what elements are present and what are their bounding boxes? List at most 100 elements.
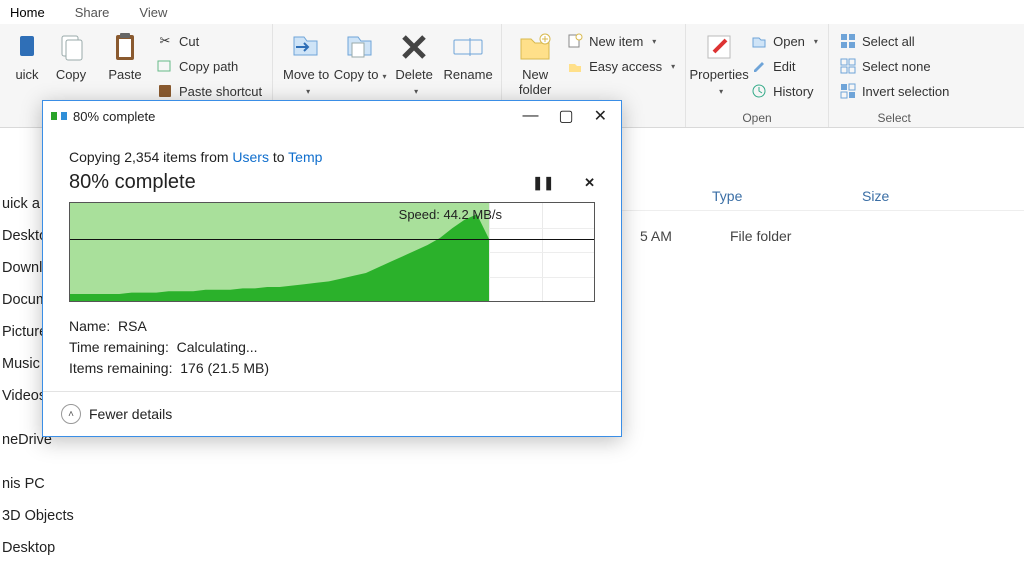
to-word: to bbox=[269, 149, 288, 165]
transfer-icon bbox=[51, 110, 67, 122]
col-type-header[interactable]: Type bbox=[700, 188, 850, 204]
quick-access-button[interactable]: uick bbox=[10, 26, 44, 83]
new-folder-icon bbox=[517, 28, 553, 66]
delete-label: Delete▾ bbox=[395, 68, 433, 98]
items-value: 176 (21.5 MB) bbox=[180, 360, 269, 376]
edit-button[interactable]: Edit bbox=[746, 55, 822, 77]
tab-share[interactable]: Share bbox=[75, 5, 110, 20]
caret-down-icon: ▾ bbox=[652, 37, 656, 46]
properties-button[interactable]: Properties▾ bbox=[692, 26, 746, 98]
group-open: Properties▾ Open ▾ Edit History Open bbox=[686, 24, 829, 127]
caret-down-icon: ▾ bbox=[719, 87, 723, 96]
new-folder-button[interactable]: New folder bbox=[508, 26, 562, 98]
paste-shortcut-button[interactable]: Paste shortcut bbox=[152, 80, 266, 102]
easy-access-icon bbox=[566, 57, 584, 75]
percent-line: 80% complete ❚❚ ✕ bbox=[69, 171, 595, 194]
open-icon bbox=[750, 32, 768, 50]
quick-access-label: uick bbox=[15, 68, 38, 83]
col-size-header[interactable]: Size bbox=[850, 188, 970, 204]
copy-button[interactable]: Copy bbox=[44, 26, 98, 83]
rename-label: Rename bbox=[444, 68, 493, 83]
copy-label: Copy bbox=[56, 68, 86, 83]
sidebar-item[interactable]: 3D Objects bbox=[0, 500, 150, 532]
fewer-details-toggle[interactable]: ˄ Fewer details bbox=[43, 391, 621, 436]
easy-access-button[interactable]: Easy access ▾ bbox=[562, 55, 679, 77]
select-all-icon bbox=[839, 32, 857, 50]
new-item-label: New item bbox=[589, 34, 643, 49]
source-link[interactable]: Users bbox=[232, 149, 269, 165]
file-time: 5 AM bbox=[640, 228, 690, 244]
edit-label: Edit bbox=[773, 59, 795, 74]
copy-details: Name: RSA Time remaining: Calculating...… bbox=[69, 316, 595, 379]
caret-down-icon: ▾ bbox=[306, 87, 310, 96]
pause-button[interactable]: ❚❚ bbox=[532, 175, 554, 191]
sidebar-item[interactable]: Desktop bbox=[0, 532, 150, 564]
scissors-icon: ✂ bbox=[156, 32, 174, 50]
group-select: Select all Select none Invert selection … bbox=[829, 24, 959, 127]
paste-button[interactable]: Paste bbox=[98, 26, 152, 83]
cut-button[interactable]: ✂ Cut bbox=[152, 30, 266, 52]
caret-down-icon: ▾ bbox=[414, 87, 418, 96]
maximize-button[interactable]: ▢ bbox=[548, 106, 583, 126]
copy-path-button[interactable]: Copy path bbox=[152, 55, 266, 77]
close-window-button[interactable]: ✕ bbox=[584, 106, 617, 126]
open-button[interactable]: Open ▾ bbox=[746, 30, 822, 52]
rename-icon bbox=[450, 28, 486, 66]
graph-speedline-layer bbox=[70, 203, 594, 301]
history-button[interactable]: History bbox=[746, 80, 822, 102]
dialog-titlebar[interactable]: 80% complete — ▢ ✕ bbox=[43, 101, 621, 131]
open-small-stack: Open ▾ Edit History bbox=[746, 26, 822, 102]
caret-down-icon: ▾ bbox=[383, 72, 387, 81]
history-label: History bbox=[773, 84, 813, 99]
select-none-icon bbox=[839, 57, 857, 75]
copying-prefix: Copying 2,354 items from bbox=[69, 149, 232, 165]
copy-path-label: Copy path bbox=[179, 59, 238, 74]
time-key: Time remaining: bbox=[69, 339, 169, 355]
tab-home[interactable]: Home bbox=[10, 5, 45, 20]
sidebar-item[interactable]: nis PC bbox=[0, 468, 150, 500]
rename-button[interactable]: Rename bbox=[441, 26, 495, 83]
caret-down-icon: ▾ bbox=[671, 62, 675, 71]
properties-label: Properties▾ bbox=[689, 68, 748, 98]
dialog-title-text: 80% complete bbox=[73, 109, 155, 124]
group-open-label: Open bbox=[692, 109, 822, 127]
caret-down-icon: ▾ bbox=[814, 37, 818, 46]
items-key: Items remaining: bbox=[69, 360, 172, 376]
new-item-button[interactable]: New item ▾ bbox=[562, 30, 679, 52]
select-none-label: Select none bbox=[862, 59, 931, 74]
time-value: Calculating... bbox=[177, 339, 258, 355]
speed-indicator-line bbox=[70, 239, 594, 240]
new-item-icon bbox=[566, 32, 584, 50]
properties-icon bbox=[701, 28, 737, 66]
percent-text: 80% complete bbox=[69, 171, 196, 194]
invert-selection-label: Invert selection bbox=[862, 84, 949, 99]
name-key: Name: bbox=[69, 318, 110, 334]
select-all-label: Select all bbox=[862, 34, 915, 49]
paste-shortcut-label: Paste shortcut bbox=[179, 84, 262, 99]
select-none-button[interactable]: Select none bbox=[835, 55, 953, 77]
cancel-button[interactable]: ✕ bbox=[584, 175, 595, 191]
easy-access-label: Easy access bbox=[589, 59, 662, 74]
select-all-button[interactable]: Select all bbox=[835, 30, 953, 52]
edit-icon bbox=[750, 57, 768, 75]
delete-x-icon bbox=[396, 28, 432, 66]
copy-progress-dialog: 80% complete — ▢ ✕ Copying 2,354 items f… bbox=[42, 100, 622, 437]
cut-label: Cut bbox=[179, 34, 199, 49]
clipboard-small-stack: ✂ Cut Copy path Paste shortcut bbox=[152, 26, 266, 102]
speed-graph: Speed: 44.2 MB/s bbox=[69, 202, 595, 302]
open-label: Open bbox=[773, 34, 805, 49]
delete-button[interactable]: Delete▾ bbox=[387, 26, 441, 98]
destination-link[interactable]: Temp bbox=[288, 149, 322, 165]
clipboard-icon bbox=[107, 28, 143, 66]
tab-view[interactable]: View bbox=[139, 5, 167, 20]
paste-label: Paste bbox=[108, 68, 141, 83]
invert-selection-button[interactable]: Invert selection bbox=[835, 80, 953, 102]
new-small-stack: New item ▾ Easy access ▾ bbox=[562, 26, 679, 77]
select-small-stack: Select all Select none Invert selection bbox=[835, 26, 953, 102]
minimize-button[interactable]: — bbox=[512, 107, 548, 125]
file-row[interactable]: 5 AM File folder bbox=[700, 228, 791, 244]
copy-to-button[interactable]: Copy to▾ bbox=[333, 26, 387, 83]
file-type: File folder bbox=[730, 228, 791, 244]
pin-icon bbox=[9, 28, 45, 66]
move-to-button[interactable]: Move to▾ bbox=[279, 26, 333, 98]
